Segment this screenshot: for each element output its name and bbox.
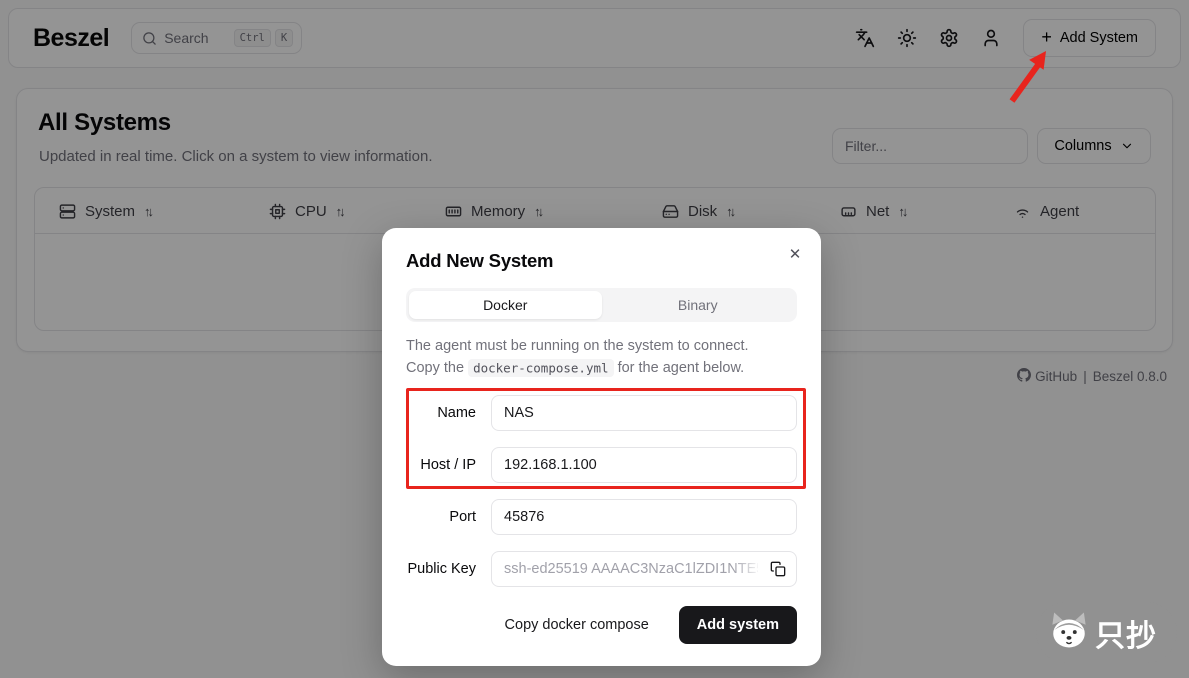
name-field[interactable]: [491, 395, 797, 431]
watermark-badge: 只抄: [1036, 602, 1177, 663]
watermark-text: 只抄: [1095, 611, 1157, 655]
copy-docker-compose-button[interactable]: Copy docker compose: [505, 617, 649, 633]
port-field[interactable]: [491, 499, 797, 535]
add-new-system-dialog: ✕ Add New System Docker Binary The agent…: [382, 228, 821, 666]
name-field-row: Name: [406, 395, 797, 431]
dialog-description: The agent must be running on the system …: [406, 336, 797, 379]
port-field-label: Port: [406, 509, 476, 525]
beszel-app: Beszel Search Ctrl K: [0, 0, 1189, 678]
dialog-title: Add New System: [406, 250, 797, 272]
tab-binary[interactable]: Binary: [602, 291, 795, 319]
tab-docker[interactable]: Docker: [409, 291, 602, 319]
port-field-row: Port: [406, 499, 797, 535]
dialog-footer: Copy docker compose Add system: [406, 606, 797, 644]
public-key-field-label: Public Key: [406, 561, 476, 577]
description-line1: The agent must be running on the system …: [406, 338, 749, 354]
description-line2-suffix: for the agent below.: [614, 360, 745, 376]
close-icon[interactable]: ✕: [783, 242, 807, 266]
add-system-submit-button[interactable]: Add system: [679, 606, 797, 644]
host-ip-field-row: Host / IP: [406, 447, 797, 483]
name-field-label: Name: [406, 405, 476, 421]
host-ip-field[interactable]: [491, 447, 797, 483]
husky-icon: [1048, 609, 1090, 656]
public-key-field-row: Public Key: [406, 551, 797, 587]
host-ip-field-label: Host / IP: [406, 457, 476, 473]
copy-icon[interactable]: [768, 559, 788, 579]
description-line2-prefix: Copy the: [406, 360, 468, 376]
dialog-tabs: Docker Binary: [406, 288, 797, 322]
public-key-field[interactable]: [491, 551, 797, 587]
docker-compose-code-chip: docker-compose.yml: [468, 359, 613, 377]
